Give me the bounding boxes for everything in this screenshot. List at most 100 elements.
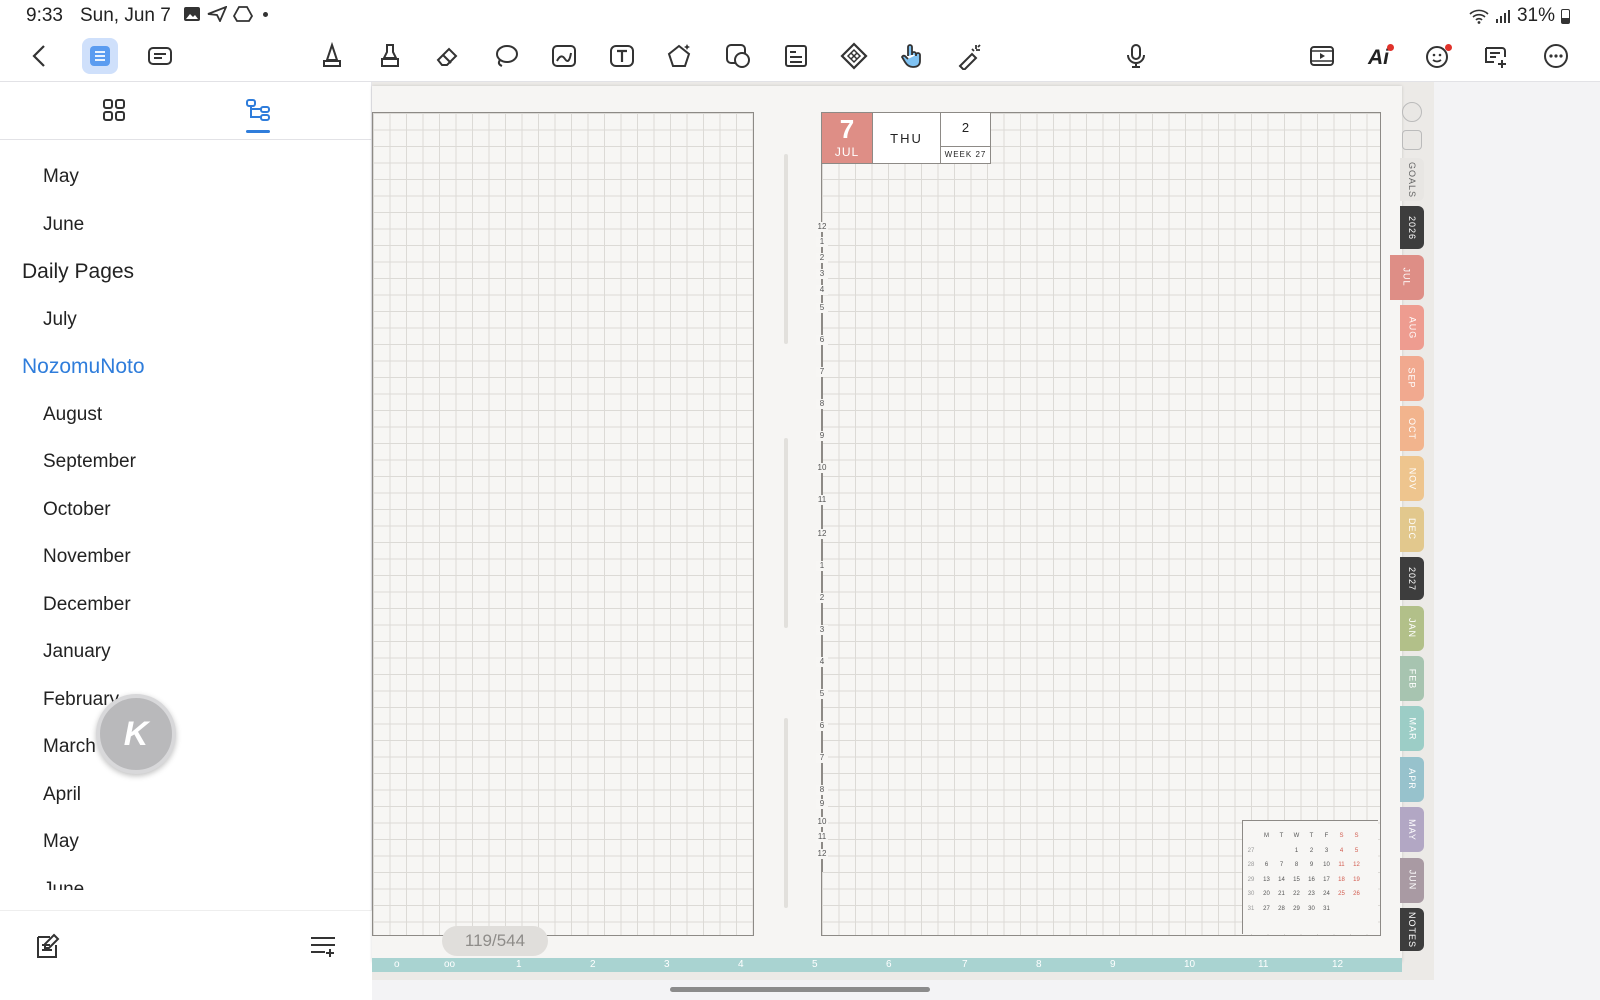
- outline-section[interactable]: NozomuNoto: [0, 354, 372, 402]
- table-tool[interactable]: [778, 38, 814, 74]
- tab-square-top[interactable]: [1402, 130, 1422, 150]
- voice-record-button[interactable]: [1118, 38, 1154, 74]
- outline-item[interactable]: January: [0, 639, 372, 687]
- tab-outline[interactable]: [236, 96, 280, 133]
- right-page-grid[interactable]: [821, 112, 1381, 936]
- outline-item[interactable]: May: [0, 164, 372, 212]
- sticker-tool[interactable]: [720, 38, 756, 74]
- lasso-tool[interactable]: [488, 38, 524, 74]
- month-tab-feb[interactable]: FEB: [1400, 656, 1424, 701]
- hour-timeline: 12 1 2 3 4 5 6 7 8 9 10 11 12 1 2 3 4 5 6 7 8 9 10 11 12: [816, 222, 830, 882]
- image-tool[interactable]: [546, 38, 582, 74]
- bottom-timeline-bar[interactable]: o oo 1 2 3 4 5 6 7 8 9 10 11 12: [372, 958, 1402, 972]
- month-tab-2026[interactable]: 2026: [1400, 206, 1424, 250]
- lasso-icon: [496, 45, 518, 67]
- signal-icon: [1495, 10, 1510, 23]
- month-tab-label: 2027: [1407, 566, 1417, 591]
- emoji-button[interactable]: [1420, 38, 1456, 74]
- ruler-label: oo: [444, 959, 456, 970]
- month-tab-notes[interactable]: NOTES: [1400, 908, 1424, 951]
- month-tab-may[interactable]: MAY: [1400, 807, 1424, 853]
- pen-tool[interactable]: [314, 38, 350, 74]
- app-window: 9:33 Sun, Jun 7 31% Ai May June Daily Pa…: [0, 0, 1600, 1000]
- hour-label: 9: [816, 799, 828, 809]
- month-tab-nov[interactable]: NOV: [1400, 456, 1424, 502]
- outline-item[interactable]: November: [0, 544, 372, 592]
- month-tab-oct[interactable]: OCT: [1400, 406, 1424, 451]
- outline-item[interactable]: October: [0, 497, 372, 545]
- month-tab-aug[interactable]: AUG: [1400, 305, 1424, 351]
- status-bar: 9:33 Sun, Jun 7 31%: [0, 0, 1600, 32]
- month-tab-2027[interactable]: 2027: [1400, 557, 1424, 601]
- outline-item[interactable]: March: [0, 734, 372, 782]
- ruler-tool[interactable]: [836, 38, 872, 74]
- left-page-grid[interactable]: [372, 112, 754, 936]
- outline-item[interactable]: February: [0, 687, 372, 735]
- outline-item[interactable]: June: [0, 877, 372, 891]
- date-weekday: THU: [872, 113, 940, 163]
- month-tab-goals[interactable]: GOALS: [1400, 158, 1424, 201]
- slideshow-button[interactable]: [1304, 38, 1340, 74]
- page-text-button[interactable]: [142, 38, 178, 74]
- floating-assistant-button[interactable]: K: [96, 694, 176, 774]
- tab-thumbnails[interactable]: [92, 96, 136, 130]
- mini-calendar-cell: 7: [1279, 862, 1284, 868]
- page-indicator[interactable]: 119/544: [442, 926, 548, 956]
- mini-calendar-cell: 22: [1293, 891, 1300, 897]
- laser-pointer-tool[interactable]: [952, 38, 988, 74]
- week-label: WEEK 27: [944, 150, 987, 159]
- outline-item[interactable]: July: [0, 307, 372, 355]
- mini-calendar-cell: [1349, 902, 1364, 917]
- add-outline-button[interactable]: [308, 931, 338, 966]
- shapes-tool[interactable]: [662, 38, 698, 74]
- mini-calendar-cell: 27: [1263, 905, 1270, 912]
- mini-calendar-cell: 25: [1338, 891, 1345, 897]
- month-tab-label: OCT: [1407, 417, 1417, 440]
- outline-item[interactable]: August: [0, 402, 372, 450]
- hour-label: 4: [816, 285, 828, 295]
- month-tab-jul[interactable]: JUL: [1390, 254, 1424, 300]
- sidebar-tabs: [0, 82, 372, 140]
- ai-button[interactable]: Ai: [1362, 38, 1398, 74]
- ruler-label: 6: [886, 959, 892, 970]
- month-tab-label: MAR: [1407, 717, 1417, 741]
- outline-item[interactable]: June: [0, 212, 372, 260]
- mini-calendar-week: 30: [1247, 891, 1255, 897]
- highlighter-tool[interactable]: [372, 38, 408, 74]
- hand-tool[interactable]: [894, 38, 930, 74]
- back-button[interactable]: [22, 38, 58, 74]
- week-number: 2: [941, 113, 990, 147]
- month-tab-apr[interactable]: APR: [1400, 756, 1424, 802]
- mini-calendar-row: MTWTFSS: [1243, 829, 1378, 844]
- mini-calendar-cell: T: [1279, 833, 1284, 839]
- hour-label: 5: [816, 689, 828, 699]
- tab-circle-top[interactable]: [1402, 102, 1422, 122]
- mini-calendar-week: 29: [1247, 876, 1255, 883]
- outline-button[interactable]: [82, 38, 118, 74]
- hour-label: 1: [816, 237, 828, 247]
- outline-item[interactable]: April: [0, 782, 372, 830]
- battery-icon: [1561, 8, 1570, 24]
- month-tab-mar[interactable]: MAR: [1400, 706, 1424, 752]
- outline-item[interactable]: December: [0, 592, 372, 640]
- mini-calendar-week: 31: [1247, 905, 1255, 912]
- eraser-tool[interactable]: [430, 38, 466, 74]
- month-tab-jan[interactable]: JAN: [1400, 605, 1424, 651]
- hour-label: 4: [816, 657, 828, 667]
- text-box-tool[interactable]: [604, 38, 640, 74]
- month-tab-dec[interactable]: DEC: [1400, 506, 1424, 552]
- grid-icon: [103, 99, 125, 121]
- battery-level: 31%: [1516, 5, 1555, 26]
- month-tab-jun[interactable]: JUN: [1400, 857, 1424, 903]
- outline-section[interactable]: Daily Pages: [0, 259, 372, 307]
- outline-item[interactable]: May: [0, 829, 372, 877]
- mini-calendar-cell: 3: [1324, 847, 1329, 854]
- more-button[interactable]: [1538, 38, 1574, 74]
- add-comment-button[interactable]: [1478, 38, 1514, 74]
- month-tab-sep[interactable]: SEP: [1400, 355, 1424, 401]
- outline-item[interactable]: September: [0, 449, 372, 497]
- mini-calendar-row: 28 6 7 8 9 10 11 12: [1243, 858, 1378, 873]
- ruler-label: 11: [1258, 959, 1269, 970]
- edit-outline-button[interactable]: [32, 931, 62, 966]
- ruler-label: 1: [516, 959, 522, 970]
